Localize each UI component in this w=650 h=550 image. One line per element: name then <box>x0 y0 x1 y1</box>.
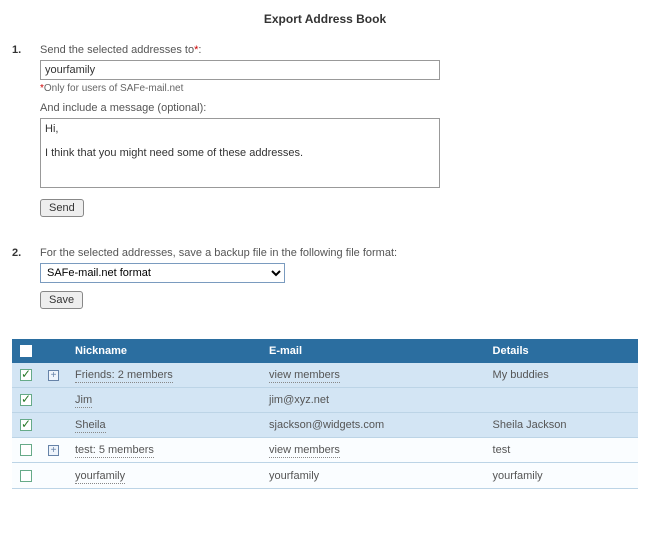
table-row: yourfamilyyourfamilyyourfamily <box>12 463 638 488</box>
nickname-link[interactable]: yourfamily <box>75 470 125 484</box>
details-cell: Sheila Jackson <box>485 413 638 438</box>
footnote-text: Only for users of SAFe-mail.net <box>44 83 184 94</box>
col-details: Details <box>485 339 638 363</box>
send-button[interactable]: Send <box>40 199 84 217</box>
row-checkbox[interactable] <box>20 394 32 406</box>
row-checkbox[interactable] <box>20 444 32 456</box>
nickname-link[interactable]: test: 5 members <box>75 444 154 458</box>
email-cell: yourfamily <box>261 463 485 488</box>
col-email: E-mail <box>261 339 485 363</box>
select-all-checkbox[interactable] <box>20 345 32 357</box>
email-cell: sjackson@widgets.com <box>261 413 485 438</box>
message-label: And include a message (optional): <box>40 102 638 114</box>
nickname-link[interactable]: Friends: 2 members <box>75 369 173 383</box>
col-nickname: Nickname <box>67 339 261 363</box>
address-table: Nickname E-mail Details + Friends: 2 memb… <box>12 339 638 489</box>
step-2-label: For the selected addresses, save a backu… <box>40 247 440 259</box>
step-1-number: 1. <box>12 44 40 217</box>
row-checkbox[interactable] <box>20 419 32 431</box>
view-members-link[interactable]: view members <box>269 444 340 458</box>
table-row: Jim jim@xyz.net <box>12 388 638 413</box>
table-row: + Friends: 2 members view members My buddi… <box>12 363 638 388</box>
save-button[interactable]: Save <box>40 291 83 309</box>
step-1: 1. Send the selected addresses to*: *Onl… <box>12 44 638 217</box>
step-1-label-text: Send the selected addresses to <box>40 44 194 56</box>
details-cell: My buddies <box>485 363 638 388</box>
view-members-link[interactable]: view members <box>269 369 340 383</box>
nickname-link[interactable]: Jim <box>75 394 92 408</box>
expand-icon[interactable]: + <box>48 370 59 381</box>
step-1-colon: : <box>198 44 201 56</box>
step-2-number: 2. <box>12 247 40 309</box>
details-cell <box>485 388 638 413</box>
step-2: 2. For the selected addresses, save a ba… <box>12 247 638 309</box>
table-row: + test: 5 members view members test <box>12 438 638 463</box>
details-cell: test <box>485 438 638 463</box>
row-checkbox[interactable] <box>20 369 32 381</box>
recipient-input[interactable] <box>40 60 440 80</box>
email-cell: jim@xyz.net <box>261 388 485 413</box>
message-textarea[interactable] <box>40 118 440 188</box>
details-cell: yourfamily <box>485 463 638 488</box>
table-row: Sheila sjackson@widgets.comSheila Jackson <box>12 413 638 438</box>
step-1-label: Send the selected addresses to*: <box>40 44 638 56</box>
recipient-footnote: *Only for users of SAFe-mail.net <box>40 83 638 94</box>
row-checkbox[interactable] <box>20 470 32 482</box>
nickname-link[interactable]: Sheila <box>75 419 106 433</box>
format-select[interactable]: SAFe-mail.net format <box>40 263 285 283</box>
page-title: Export Address Book <box>12 12 638 26</box>
expand-icon[interactable]: + <box>48 445 59 456</box>
